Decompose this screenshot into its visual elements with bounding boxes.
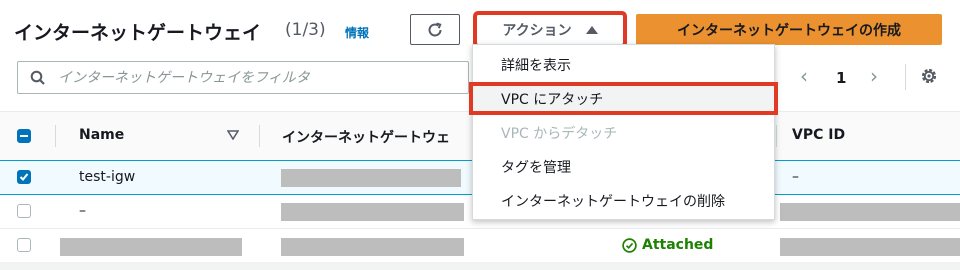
redacted-igw-id [281,238,464,256]
redacted-igw-id [281,203,464,221]
next-page-button[interactable]: › [870,64,878,88]
current-page[interactable]: 1 [836,69,846,87]
create-internet-gateway-button[interactable]: インターネットゲートウェイの作成 [636,14,942,45]
refresh-button[interactable] [410,14,460,45]
column-header-igw-id[interactable]: インターネットゲートウェ [282,127,470,147]
menu-item-detach-vpc: VPC からデタッチ [501,125,618,142]
minus-icon [20,135,28,137]
info-link[interactable]: 情報 [345,24,369,41]
sort-down-icon[interactable] [227,130,239,140]
column-divider [776,125,777,147]
footer-bar [0,262,960,270]
row-checkbox[interactable] [17,204,31,218]
previous-page-button[interactable]: ‹ [800,64,808,88]
row-checkbox[interactable] [17,238,31,252]
status-text: Attached [642,237,714,253]
filter-input[interactable] [58,69,438,86]
column-header-name[interactable]: Name [79,127,124,143]
row-name: test-igw [79,169,136,185]
search-icon [30,70,45,85]
redacted-name [60,238,242,256]
refresh-icon [428,22,442,36]
page-title: インターネットゲートウェイ [14,22,262,44]
select-all-checkbox[interactable] [17,129,31,143]
attached-status: Attached [622,237,713,253]
menu-item-manage-tags[interactable]: タグを管理 [473,150,774,183]
redacted-vpc-id [780,203,960,221]
filter-box[interactable] [17,61,469,94]
redacted-igw-id [281,169,461,187]
gear-icon [921,68,937,84]
redacted-vpc-id [780,238,960,256]
column-divider [259,125,260,147]
menu-item-attach-vpc[interactable]: VPC にアタッチ [469,82,778,115]
caret-up-icon [585,25,598,34]
settings-button[interactable] [919,66,939,90]
column-divider [55,125,56,147]
actions-button[interactable]: アクション [473,11,627,48]
selection-count: (1/3) [285,20,326,40]
column-header-vpc-id[interactable]: VPC ID [792,127,845,143]
row-name: – [79,203,86,219]
check-icon [19,173,29,181]
actions-label: アクション [502,22,572,39]
menu-item-delete-igw[interactable]: インターネットゲートウェイの削除 [473,184,774,217]
row-checkbox[interactable] [17,170,31,184]
row-vpc-id: – [792,169,799,185]
menu-item-view-details[interactable]: 詳細を表示 [473,48,774,81]
divider [905,64,906,90]
actions-menu: 詳細を表示 VPC にアタッチ VPC からデタッチ タグを管理 インターネット… [469,44,778,220]
check-circle-icon [622,237,637,253]
